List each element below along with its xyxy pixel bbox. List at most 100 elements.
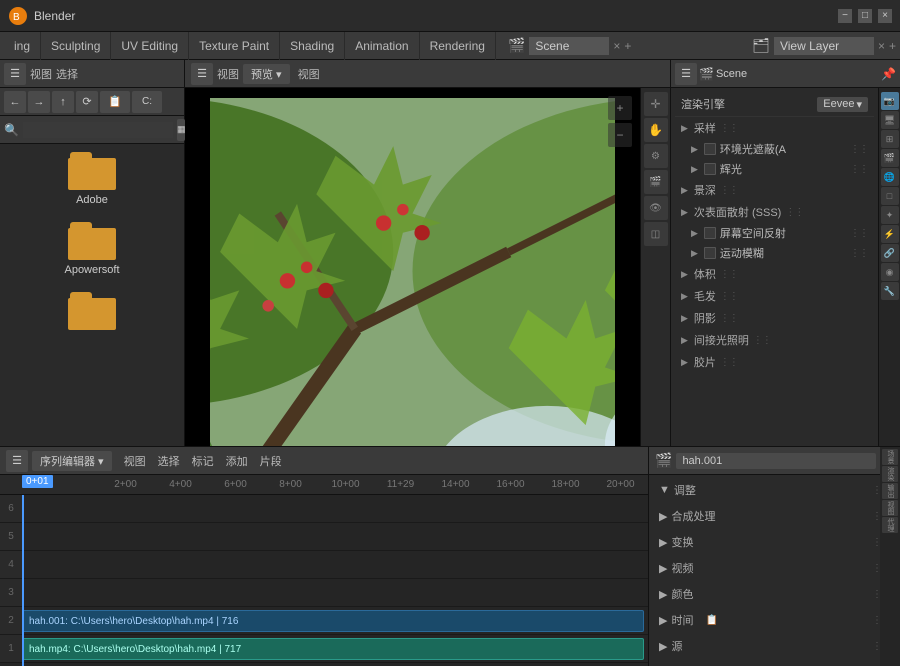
material-icon[interactable]: ◉	[881, 263, 899, 281]
scene-input[interactable]	[529, 37, 609, 55]
select-menu[interactable]: 选择	[56, 66, 78, 82]
nav-path-button[interactable]: C:	[132, 91, 162, 113]
strip-name-input[interactable]	[676, 453, 876, 469]
tab-texture-paint[interactable]: Texture Paint	[189, 32, 280, 60]
track-row: 6	[0, 495, 648, 523]
nav-up-button[interactable]: ↑	[52, 91, 74, 113]
tab-uv-editing[interactable]: UV Editing	[111, 32, 189, 60]
ssr-checkbox[interactable]	[704, 227, 716, 239]
tab-shading[interactable]: Shading	[280, 32, 345, 60]
prop-row-ssr: ▶ 屏幕空间反射 ⋮⋮	[675, 223, 874, 243]
section-header-source[interactable]: ▶ 源 ⋮⋮	[653, 635, 896, 657]
overlay-icon[interactable]: ◫	[644, 222, 668, 246]
section-volume[interactable]: ▶ 体积 ⋮⋮	[675, 263, 874, 285]
viewlayer-close-icon[interactable]: ×	[878, 39, 885, 53]
particles-icon[interactable]: ✦	[881, 206, 899, 224]
zoom-in-tool[interactable]: +	[608, 96, 632, 120]
modifier-icon[interactable]: 🔧	[881, 282, 899, 300]
constraints-icon[interactable]: 🔗	[881, 244, 899, 262]
hand-tool[interactable]: ✋	[644, 118, 668, 142]
render-engine-dropdown[interactable]: Eevee ▾	[817, 97, 868, 112]
tab-layout[interactable]: ing	[4, 32, 41, 60]
list-item[interactable]	[8, 292, 176, 334]
section-header-adjust[interactable]: ▼ 调整 ⋮⋮	[653, 479, 896, 501]
tab-animation[interactable]: Animation	[345, 32, 419, 60]
proxy-side-icon[interactable]: 代理	[882, 517, 898, 533]
section-shadow[interactable]: ▶ 阴影 ⋮⋮	[675, 307, 874, 329]
view-side-icon[interactable]: 视图	[882, 500, 898, 516]
list-item[interactable]: Adobe	[8, 152, 176, 206]
render-side-icon[interactable]: 渲染	[882, 466, 898, 482]
tab-sculpting[interactable]: Sculpting	[41, 32, 111, 60]
view-props-icon[interactable]: 👁	[644, 196, 668, 220]
output-icon[interactable]: 🖥	[881, 111, 899, 129]
scene-props-icon[interactable]: 🎬	[644, 170, 668, 194]
preview-dropdown[interactable]: 预览 ▾	[243, 64, 290, 84]
props-menu-button[interactable]: ☰	[675, 63, 697, 85]
scene-selector: 🎬 × +	[508, 37, 631, 55]
bloom-checkbox[interactable]	[704, 163, 716, 175]
section-header-color[interactable]: ▶ 颜色 ⋮⋮	[653, 583, 896, 605]
folder-icon	[68, 292, 116, 330]
section-expand-icon: ▶	[659, 588, 667, 601]
render-props-icon[interactable]: ⚙	[644, 144, 668, 168]
folder-icon	[68, 222, 116, 260]
pin-icon[interactable]: 📌	[881, 67, 896, 81]
minimize-button[interactable]: −	[838, 9, 852, 23]
section-header-video[interactable]: ▶ 视频 ⋮⋮	[653, 557, 896, 579]
seq-menu-button[interactable]: ☰	[6, 450, 28, 472]
viewlayer-input[interactable]	[774, 37, 874, 55]
viewlayer-add-icon[interactable]: +	[889, 39, 896, 53]
section-sampling[interactable]: ▶ 采样 ⋮⋮	[675, 117, 874, 139]
section-header-custom[interactable]: ▶ 自定义属性 ⋮⋮	[653, 661, 896, 666]
video-strip-hahmp4[interactable]: hah.mp4: C:\Users\hero\Desktop\hah.mp4 |…	[22, 638, 644, 660]
tab-rendering[interactable]: Rendering	[420, 32, 496, 60]
list-item[interactable]: Apowersoft	[8, 222, 176, 276]
scene-close-icon[interactable]: ×	[613, 39, 620, 53]
scene-add-icon[interactable]: +	[624, 39, 631, 53]
physics-icon[interactable]: ⚡	[881, 225, 899, 243]
scene-icon-sm: 🎬	[699, 67, 714, 81]
seq-type-dropdown[interactable]: 序列编辑器 ▾	[32, 451, 112, 471]
section-dof[interactable]: ▶ 景深 ⋮⋮	[675, 179, 874, 201]
panel-menu-button[interactable]: ☰	[4, 63, 26, 85]
section-header-transform[interactable]: ▶ 变换 ⋮⋮	[653, 531, 896, 553]
move-tool[interactable]: ✛	[644, 92, 668, 116]
seq-add-menu[interactable]: 添加	[226, 453, 248, 469]
seq-view-menu[interactable]: 视图	[124, 453, 146, 469]
motionblur-checkbox[interactable]	[704, 247, 716, 259]
sequence-timeline[interactable]: 0+01 2+00 4+00 6+00 8+00 10+00 11+29 14+…	[0, 475, 648, 666]
scene-settings-icon[interactable]: 🎬	[881, 149, 899, 167]
section-header-compositing[interactable]: ▶ 合成处理 ⋮⋮	[653, 505, 896, 527]
nav-forward-button[interactable]: →	[28, 91, 50, 113]
seq-select-menu[interactable]: 选择	[158, 453, 180, 469]
seq-strip-menu[interactable]: 片段	[260, 453, 282, 469]
viewport-menu-button[interactable]: ☰	[191, 63, 213, 85]
view-layer-icon[interactable]: ⊞	[881, 130, 899, 148]
object-icon[interactable]: □	[881, 187, 899, 205]
zoom-out-tool[interactable]: −	[608, 123, 632, 147]
nav-refresh-button[interactable]: ⟳	[76, 91, 98, 113]
ambient-checkbox[interactable]	[704, 143, 716, 155]
strip-section-compositing: ▶ 合成处理 ⋮⋮	[653, 505, 896, 527]
output-side-icon[interactable]: 输出	[882, 483, 898, 499]
seq-marker-menu[interactable]: 标记	[192, 453, 214, 469]
strip-section-custom: ▶ 自定义属性 ⋮⋮	[653, 661, 896, 666]
world-icon[interactable]: 🌐	[881, 168, 899, 186]
scene-side-icon[interactable]: 场景	[882, 449, 898, 465]
search-input[interactable]	[23, 122, 173, 138]
view-menu[interactable]: 视图	[30, 66, 52, 82]
video-strip-hah001[interactable]: hah.001: C:\Users\hero\Desktop\hah.mp4 |…	[22, 610, 644, 632]
nav-back-button[interactable]: ←	[4, 91, 26, 113]
nav-bookmark-button[interactable]: 📋	[100, 91, 130, 113]
section-film[interactable]: ▶ 胶片 ⋮⋮	[675, 351, 874, 373]
close-button[interactable]: ×	[878, 9, 892, 23]
view-menu-btn[interactable]: 视图	[217, 66, 239, 82]
render-settings-icon[interactable]: 📷	[881, 92, 899, 110]
section-indirect[interactable]: ▶ 间接光照明 ⋮⋮	[675, 329, 874, 351]
section-sss[interactable]: ▶ 次表面散射 (SSS) ⋮⋮	[675, 201, 874, 223]
section-hair[interactable]: ▶ 毛发 ⋮⋮	[675, 285, 874, 307]
prop-row-ambient: ▶ 环境光遮蔽(A ⋮⋮	[675, 139, 874, 159]
maximize-button[interactable]: □	[858, 9, 872, 23]
section-header-time[interactable]: ▶ 时间 📋 ⋮⋮	[653, 609, 896, 631]
